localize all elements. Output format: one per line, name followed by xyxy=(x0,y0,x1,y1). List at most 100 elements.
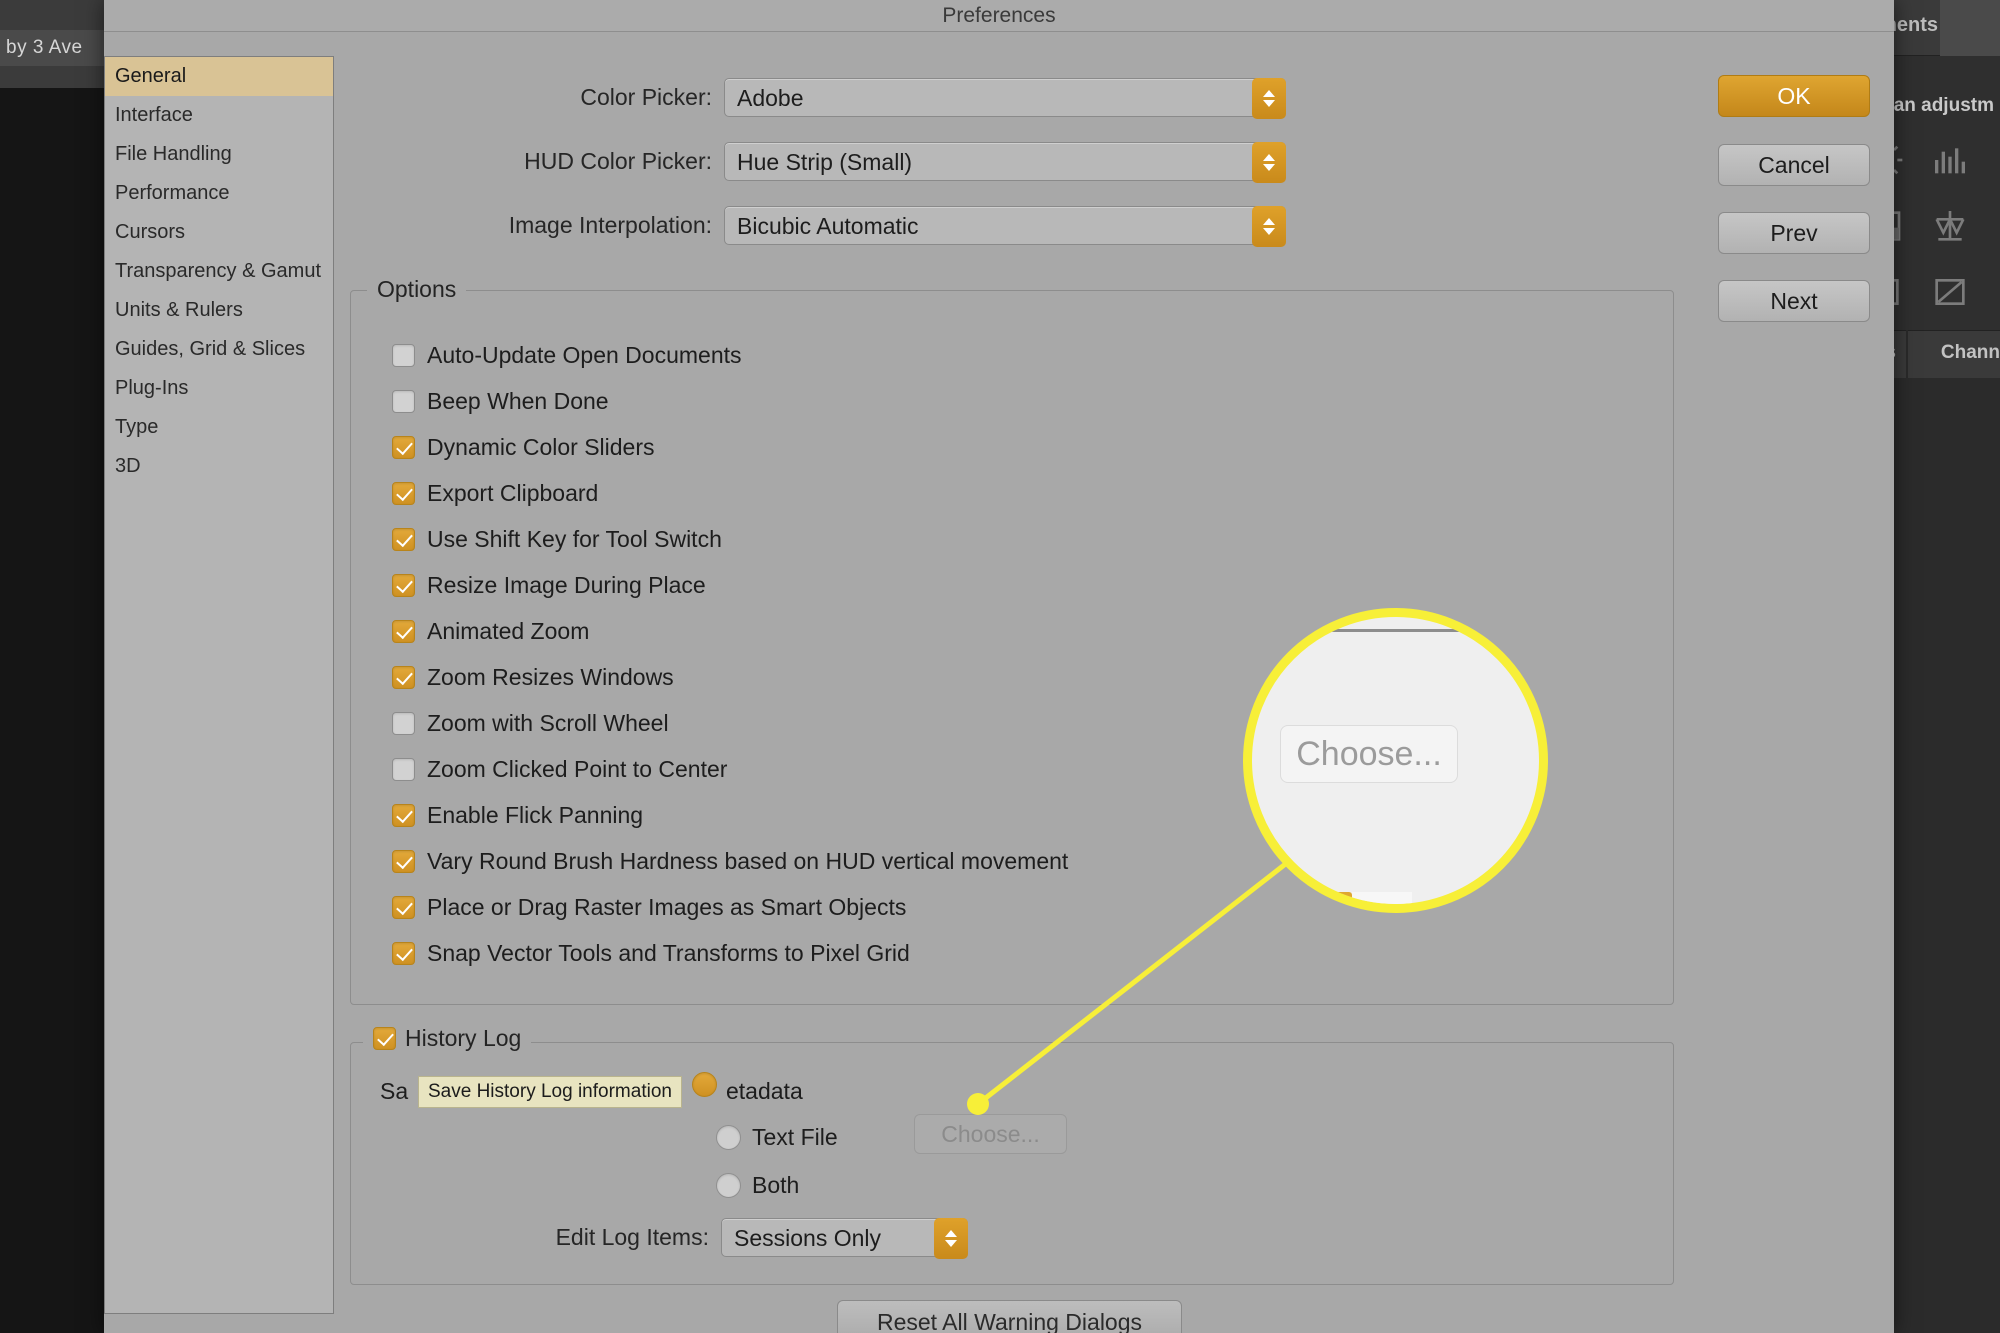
options-group-title: Options xyxy=(367,276,467,303)
chevron-updown-icon[interactable] xyxy=(1252,206,1286,247)
checkbox-box[interactable] xyxy=(392,574,415,597)
history-log-group-title[interactable]: History Log xyxy=(363,1025,532,1052)
checkbox-use-shift-key-for-tool-switch[interactable]: Use Shift Key for Tool Switch xyxy=(392,526,722,553)
checkbox-box[interactable] xyxy=(392,436,415,459)
checkbox-resize-image-during-place[interactable]: Resize Image During Place xyxy=(392,572,706,599)
checkbox-label: Vary Round Brush Hardness based on HUD v… xyxy=(427,848,1069,874)
sidebar-item-interface[interactable]: Interface xyxy=(105,96,333,135)
checkbox-dynamic-color-sliders[interactable]: Dynamic Color Sliders xyxy=(392,434,655,461)
sidebar-item-label: Units & Rulers xyxy=(115,299,243,321)
checkbox-zoom-clicked-point-to-center[interactable]: Zoom Clicked Point to Center xyxy=(392,756,727,783)
sidebar-item-general[interactable]: General xyxy=(105,57,333,96)
sidebar-item-plug-ins[interactable]: Plug-Ins xyxy=(105,369,333,408)
choose-button[interactable]: Choose... xyxy=(914,1114,1067,1154)
checkbox-box[interactable] xyxy=(392,344,415,367)
edit-log-items-row: Edit Log Items: Sessions Only xyxy=(384,1218,968,1259)
image-interpolation-select[interactable]: Bicubic Automatic xyxy=(724,206,1286,247)
background-left-subbar xyxy=(0,66,104,88)
checkbox-box[interactable] xyxy=(392,390,415,413)
checkbox-auto-update-open-documents[interactable]: Auto-Update Open Documents xyxy=(392,342,742,369)
checkbox-box[interactable] xyxy=(392,942,415,965)
checkbox-animated-zoom[interactable]: Animated Zoom xyxy=(392,618,589,645)
sidebar-item-label: Transparency & Gamut xyxy=(115,260,322,282)
hud-color-picker-label: HUD Color Picker: xyxy=(524,148,712,174)
save-log-items-suffix: etadata xyxy=(726,1078,803,1104)
checkbox-box[interactable] xyxy=(392,850,415,873)
sidebar-item-label: Guides, Grid & Slices xyxy=(115,338,306,360)
sidebar-item-label: Plug-Ins xyxy=(115,377,189,399)
tab-channels[interactable]: Chann xyxy=(1941,342,2000,364)
sidebar-item-label: Interface xyxy=(115,104,193,126)
checkbox-label: Export Clipboard xyxy=(427,480,599,506)
sidebar-item-type[interactable]: Type xyxy=(105,408,333,447)
tooltip-save-history-log: Save History Log information xyxy=(418,1076,682,1108)
prev-button[interactable]: Prev xyxy=(1718,212,1870,254)
checkbox-box[interactable] xyxy=(392,712,415,735)
chevron-updown-icon[interactable] xyxy=(1252,78,1286,119)
hud-color-picker-select[interactable]: Hue Strip (Small) xyxy=(724,142,1286,183)
image-interpolation-row: Image Interpolation: Bicubic Automatic xyxy=(354,206,1286,247)
sidebar-item-file-handling[interactable]: File Handling xyxy=(105,135,333,174)
color-picker-select[interactable]: Adobe xyxy=(724,78,1286,119)
edit-log-items-label: Edit Log Items: xyxy=(555,1224,709,1250)
checkbox-label: Auto-Update Open Documents xyxy=(427,342,742,368)
next-button[interactable]: Next xyxy=(1718,280,1870,322)
radio-metadata[interactable] xyxy=(692,1072,717,1097)
radio-label: Text File xyxy=(752,1124,838,1150)
history-log-label: History Log xyxy=(405,1025,522,1051)
checkbox-label: Dynamic Color Sliders xyxy=(427,434,655,460)
checkbox-zoom-with-scroll-wheel[interactable]: Zoom with Scroll Wheel xyxy=(392,710,669,737)
magnifier-callout: Choose... xyxy=(1243,608,1548,913)
sidebar-item-units-rulers[interactable]: Units & Rulers xyxy=(105,291,333,330)
magnified-choose-button: Choose... xyxy=(1280,725,1458,783)
checkbox-box[interactable] xyxy=(392,804,415,827)
checkbox-box[interactable] xyxy=(392,482,415,505)
edit-log-items-select[interactable]: Sessions Only xyxy=(721,1218,968,1259)
preferences-dialog: Preferences General Interface File Handl… xyxy=(104,0,1894,1333)
dialog-body: General Interface File Handling Performa… xyxy=(104,32,1894,1333)
checkbox-box[interactable] xyxy=(392,620,415,643)
radio-row-both[interactable]: Both xyxy=(716,1172,799,1199)
checkbox-box[interactable] xyxy=(392,896,415,919)
sidebar-item-performance[interactable]: Performance xyxy=(105,174,333,213)
cancel-button[interactable]: Cancel xyxy=(1718,144,1870,186)
sidebar-item-cursors[interactable]: Cursors xyxy=(105,213,333,252)
color-picker-label: Color Picker: xyxy=(580,84,712,110)
checkbox-enable-flick-panning[interactable]: Enable Flick Panning xyxy=(392,802,643,829)
checkbox-export-clipboard[interactable]: Export Clipboard xyxy=(392,480,598,507)
checkbox-box[interactable] xyxy=(392,758,415,781)
sidebar-item-guides-grid-slices[interactable]: Guides, Grid & Slices xyxy=(105,330,333,369)
radio-both[interactable] xyxy=(716,1173,741,1198)
save-log-items-prefix: Sa xyxy=(380,1078,409,1104)
checkbox-box[interactable] xyxy=(392,666,415,689)
sidebar-item-label: File Handling xyxy=(115,143,232,165)
background-document-title: by 3 Ave xyxy=(0,30,104,66)
chevron-updown-icon[interactable] xyxy=(934,1218,968,1259)
levels-icon[interactable] xyxy=(1930,140,1970,180)
image-interpolation-value: Bicubic Automatic xyxy=(737,213,919,239)
image-interpolation-label: Image Interpolation: xyxy=(508,212,712,238)
radio-row-text-file[interactable]: Text File xyxy=(716,1124,838,1151)
checkbox-snap-vector-tools[interactable]: Snap Vector Tools and Transforms to Pixe… xyxy=(392,940,910,967)
checkbox-label: Zoom Resizes Windows xyxy=(427,664,674,690)
sidebar-item-label: Type xyxy=(115,416,159,438)
preferences-category-list[interactable]: General Interface File Handling Performa… xyxy=(104,56,334,1314)
checkbox-box[interactable] xyxy=(392,528,415,551)
sidebar-item-transparency-gamut[interactable]: Transparency & Gamut xyxy=(105,252,333,291)
checkbox-zoom-resizes-windows[interactable]: Zoom Resizes Windows xyxy=(392,664,674,691)
radio-text-file[interactable] xyxy=(716,1125,741,1150)
ok-button[interactable]: OK xyxy=(1718,75,1870,117)
exposure-icon[interactable] xyxy=(1930,206,1970,246)
checkbox-beep-when-done[interactable]: Beep When Done xyxy=(392,388,609,415)
sidebar-item-3d[interactable]: 3D xyxy=(105,447,333,486)
checkbox-box[interactable] xyxy=(373,1027,396,1050)
huesat-icon[interactable] xyxy=(1930,272,1970,312)
checkbox-vary-round-brush-hardness[interactable]: Vary Round Brush Hardness based on HUD v… xyxy=(392,848,1068,875)
dialog-titlebar[interactable]: Preferences xyxy=(104,0,1894,32)
chevron-updown-icon[interactable] xyxy=(1252,142,1286,183)
dialog-title: Preferences xyxy=(942,4,1056,27)
adjustments-tab-inactive[interactable] xyxy=(1940,0,2000,56)
reset-all-warning-dialogs-button[interactable]: Reset All Warning Dialogs xyxy=(837,1300,1182,1333)
sidebar-item-label: 3D xyxy=(115,455,141,477)
checkbox-place-or-drag-raster-images[interactable]: Place or Drag Raster Images as Smart Obj… xyxy=(392,894,906,921)
